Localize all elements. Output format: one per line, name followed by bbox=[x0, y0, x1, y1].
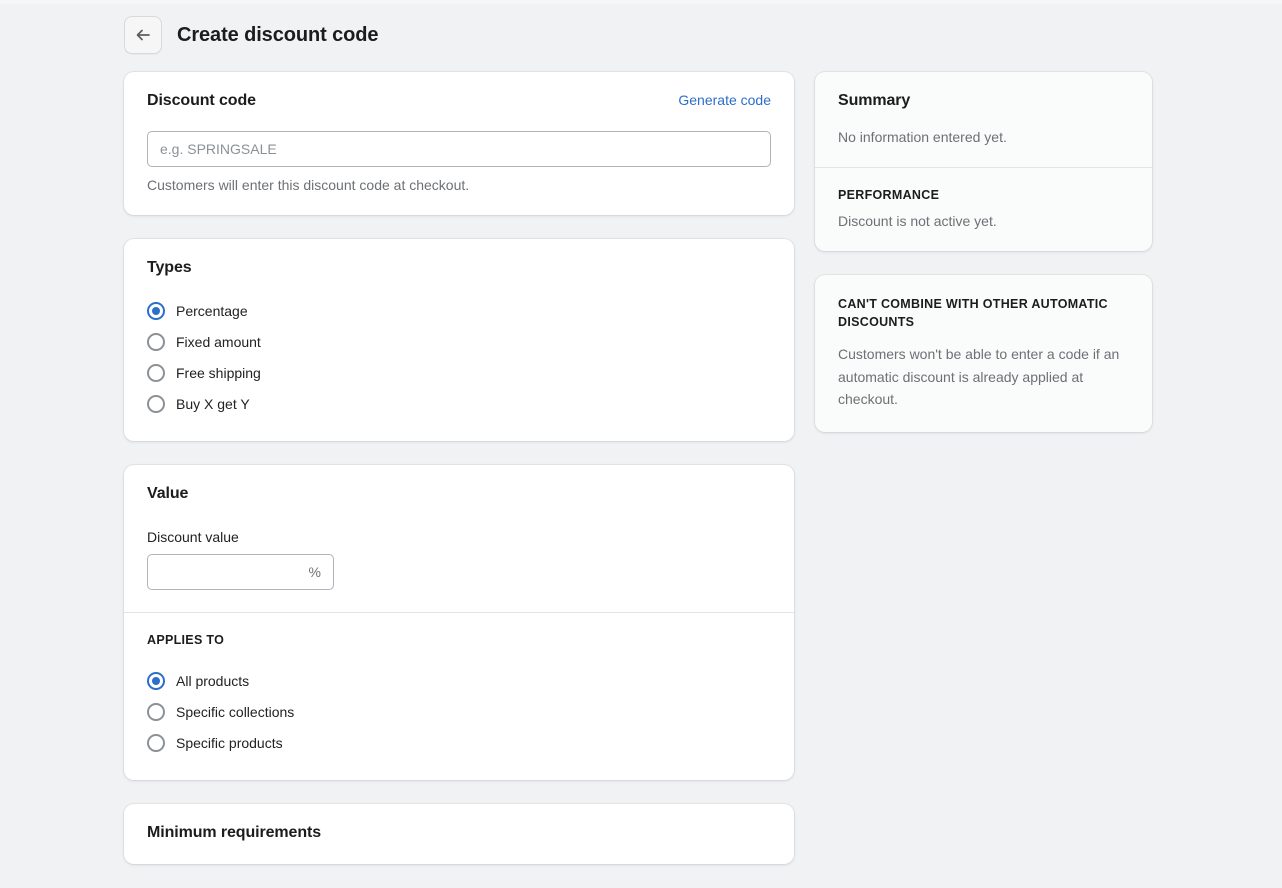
radio-label: Buy X get Y bbox=[176, 395, 250, 412]
radio-indicator[interactable] bbox=[147, 733, 165, 752]
radio-label: Fixed amount bbox=[176, 333, 261, 350]
performance-text: Discount is not active yet. bbox=[838, 213, 997, 229]
types-card: Types Percentage Fixed amount Free shipp… bbox=[124, 239, 794, 441]
discount-code-header-row: Discount code Generate code bbox=[147, 92, 771, 110]
radio-label: Percentage bbox=[176, 302, 248, 319]
discount-value-input[interactable] bbox=[147, 554, 334, 590]
combine-note-section: CAN'T COMBINE WITH OTHER AUTOMATIC DISCO… bbox=[815, 275, 1152, 432]
discount-code-help-text: Customers will enter this discount code … bbox=[147, 177, 470, 193]
types-title: Types bbox=[147, 259, 192, 276]
radio-indicator[interactable] bbox=[147, 394, 165, 413]
performance-heading: PERFORMANCE bbox=[838, 188, 940, 202]
generate-code-link[interactable]: Generate code bbox=[678, 92, 771, 108]
combine-note-heading: CAN'T COMBINE WITH OTHER AUTOMATIC DISCO… bbox=[838, 297, 1108, 330]
combine-note-body: Customers won't be able to enter a code … bbox=[838, 346, 1120, 408]
radio-option-specific-collections[interactable]: Specific collections bbox=[147, 696, 771, 727]
main-column: Discount code Generate code Customers wi… bbox=[124, 72, 794, 888]
value-card: Value Discount value % APPLIES TO All pr… bbox=[124, 465, 794, 780]
radio-label: Specific collections bbox=[176, 703, 295, 720]
minimum-requirements-title: Minimum requirements bbox=[147, 824, 322, 841]
radio-indicator[interactable] bbox=[147, 301, 165, 320]
summary-section: Summary No information entered yet. bbox=[815, 72, 1152, 167]
radio-indicator[interactable] bbox=[147, 671, 165, 690]
summary-title: Summary bbox=[838, 92, 911, 109]
summary-empty-text: No information entered yet. bbox=[838, 129, 1007, 145]
discount-code-card: Discount code Generate code Customers wi… bbox=[124, 72, 794, 215]
performance-section: PERFORMANCE Discount is not active yet. bbox=[815, 167, 1152, 251]
value-section: Value Discount value % bbox=[124, 465, 794, 612]
radio-option-buy-x-get-y[interactable]: Buy X get Y bbox=[147, 388, 771, 419]
summary-card: Summary No information entered yet. PERF… bbox=[815, 72, 1152, 251]
radio-option-all-products[interactable]: All products bbox=[147, 665, 771, 696]
page-header: Create discount code bbox=[124, 16, 378, 54]
minimum-requirements-section: Minimum requirements bbox=[124, 804, 794, 864]
discount-value-field: % bbox=[147, 554, 334, 590]
applies-to-radio-group: All products Specific collections Specif… bbox=[147, 665, 771, 758]
arrow-left-icon bbox=[134, 26, 152, 44]
radio-indicator[interactable] bbox=[147, 702, 165, 721]
radio-label: Specific products bbox=[176, 734, 283, 751]
types-section: Types Percentage Fixed amount Free shipp… bbox=[124, 239, 794, 441]
radio-option-free-shipping[interactable]: Free shipping bbox=[147, 357, 771, 388]
radio-indicator[interactable] bbox=[147, 332, 165, 351]
combine-note-card: CAN'T COMBINE WITH OTHER AUTOMATIC DISCO… bbox=[815, 275, 1152, 433]
radio-label: Free shipping bbox=[176, 364, 261, 381]
radio-option-specific-products[interactable]: Specific products bbox=[147, 727, 771, 758]
value-title: Value bbox=[147, 485, 189, 502]
applies-to-heading: APPLIES TO bbox=[147, 633, 225, 647]
applies-to-section: APPLIES TO All products Specific collect… bbox=[124, 612, 794, 780]
discount-code-title: Discount code bbox=[147, 92, 256, 109]
radio-label: All products bbox=[176, 672, 250, 689]
back-button[interactable] bbox=[124, 16, 162, 54]
discount-code-section: Discount code Generate code Customers wi… bbox=[124, 72, 794, 215]
radio-indicator[interactable] bbox=[147, 363, 165, 382]
discount-value-label: Discount value bbox=[147, 529, 239, 545]
minimum-requirements-card: Minimum requirements bbox=[124, 804, 794, 864]
page-title: Create discount code bbox=[177, 23, 379, 46]
types-radio-group: Percentage Fixed amount Free shipping Bu… bbox=[147, 295, 771, 419]
side-column: Summary No information entered yet. PERF… bbox=[815, 72, 1152, 456]
radio-option-fixed-amount[interactable]: Fixed amount bbox=[147, 326, 771, 357]
radio-option-percentage[interactable]: Percentage bbox=[147, 295, 771, 326]
discount-code-input[interactable] bbox=[147, 131, 771, 167]
create-discount-page: Create discount code Discount code Gener… bbox=[0, 0, 1282, 886]
